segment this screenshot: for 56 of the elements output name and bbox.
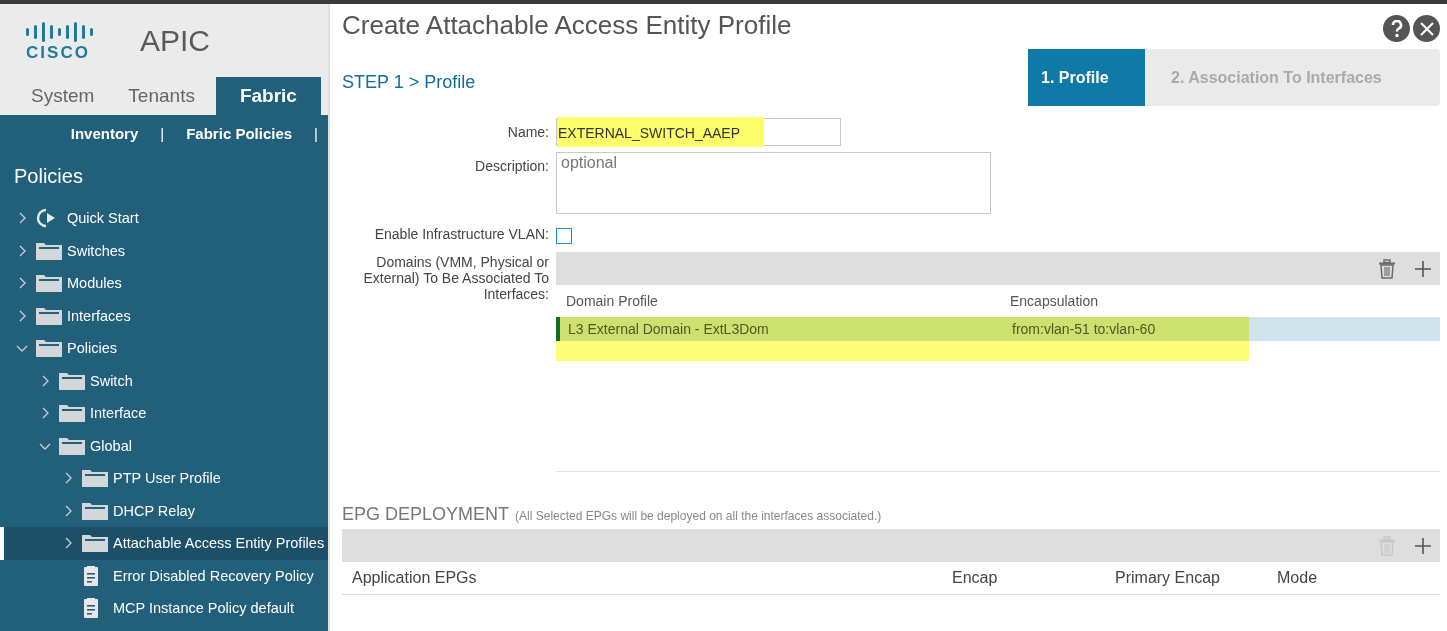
column-header: Encapsulation xyxy=(1009,292,1099,309)
column-header: Primary Encap xyxy=(1114,569,1221,587)
close-button[interactable] xyxy=(1413,15,1440,42)
tree-item[interactable]: Interfaces xyxy=(0,299,328,332)
tree-item[interactable]: Attachable Access Entity Profiles xyxy=(0,527,328,560)
document-icon xyxy=(81,564,101,587)
field-label: Domains (VMM, Physical or External) To Be Associated To Interfaces: xyxy=(362,253,549,304)
column-header: Domain Profile xyxy=(565,292,659,309)
sidebar-title: Policies xyxy=(13,164,84,189)
table-cell-text: L3 External Domain - ExtL3Dom xyxy=(567,321,770,337)
nav-tab[interactable]: System xyxy=(14,77,112,115)
nav-tab[interactable]: Fabric xyxy=(215,77,321,115)
folder-icon xyxy=(81,532,109,555)
field-label: Name: xyxy=(506,123,549,142)
column-header: Encap xyxy=(951,569,999,587)
folder-icon xyxy=(58,402,86,425)
folder-icon xyxy=(35,337,63,360)
column-header: Application EPGs xyxy=(351,569,478,587)
tree-item[interactable]: DHCP Relay xyxy=(0,494,328,527)
tree-item[interactable]: PTP User Profile xyxy=(0,462,328,495)
tree-item[interactable]: Quick Start xyxy=(0,202,328,235)
nav-tab[interactable]: Tenants xyxy=(111,77,212,115)
table-cell-text: from:vlan-51 to:vlan-60 xyxy=(1011,321,1157,337)
logo-text: CISCO xyxy=(26,43,90,62)
tree-item[interactable]: Global xyxy=(0,429,328,462)
tree-item[interactable]: MCP Instance Policy default xyxy=(0,592,328,625)
tree-item[interactable]: Interface xyxy=(0,397,328,430)
folder-icon xyxy=(81,467,109,490)
column-header: Mode xyxy=(1276,569,1319,587)
section-title: EPG DEPLOYMENT xyxy=(342,504,510,525)
tree-item[interactable]: Switch xyxy=(0,364,328,397)
help-icon xyxy=(1389,19,1404,38)
product-name: APIC xyxy=(140,23,211,58)
dialog-title: Create Attachable Access Entity Profile xyxy=(342,10,792,41)
name-field[interactable]: EXTERNAL_SWITCH_AAEP xyxy=(556,118,841,146)
separator: | xyxy=(160,124,165,142)
close-icon xyxy=(1418,20,1435,37)
tree-item[interactable]: Switches xyxy=(0,234,328,267)
step-heading: STEP 1 > Profile xyxy=(342,71,476,93)
tree-item[interactable]: Policies xyxy=(0,332,328,365)
help-button[interactable] xyxy=(1383,15,1410,42)
field-label: Enable Infrastructure VLAN: xyxy=(373,225,549,244)
wizard-step[interactable]: 1. Profile xyxy=(1028,49,1145,106)
nav-link[interactable]: Fabric Policies xyxy=(186,124,293,142)
description-field[interactable]: optional xyxy=(556,152,991,214)
section-note: (All Selected EPGs will be deployed on all the interfaces associated.) xyxy=(515,509,882,523)
tree-item[interactable]: Modules xyxy=(0,267,328,300)
nav-link[interactable]: Inventory xyxy=(70,124,139,142)
document-icon xyxy=(81,597,101,620)
folder-icon xyxy=(35,272,63,295)
separator: | xyxy=(314,124,318,142)
field-label: Description: xyxy=(474,157,549,176)
checkbox[interactable] xyxy=(556,228,572,244)
quick-start-icon xyxy=(35,207,57,230)
tree-item[interactable]: Error Disabled Recovery Policy xyxy=(0,559,328,592)
delete-button[interactable] xyxy=(1376,256,1398,281)
